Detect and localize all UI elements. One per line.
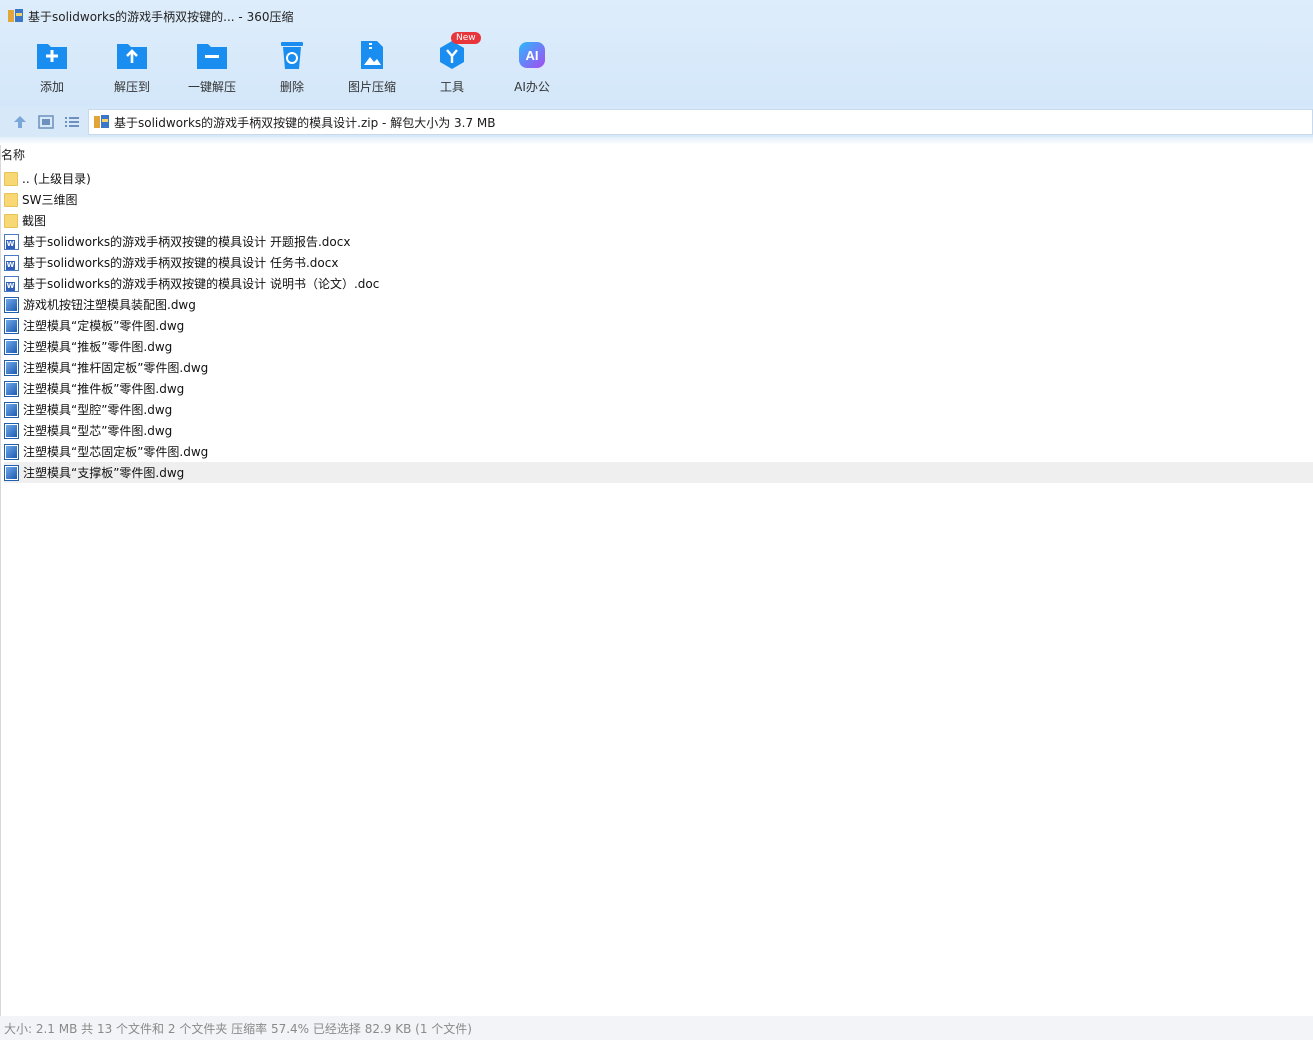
- file-name: 注塑模具“支撑板”零件图.dwg: [23, 466, 185, 480]
- extract-to-icon: [115, 38, 149, 72]
- file-name: 注塑模具“推杆固定板”零件图.dwg: [23, 361, 209, 375]
- folder-icon: [4, 192, 18, 207]
- dwg-file-icon: [4, 296, 19, 313]
- file-name: 注塑模具“推板”零件图.dwg: [23, 340, 173, 354]
- delete-button[interactable]: 删除: [252, 38, 332, 95]
- file-row[interactable]: 注塑模具“型腔”零件图.dwg: [4, 399, 1313, 420]
- file-row[interactable]: 注塑模具“推杆固定板”零件图.dwg: [4, 357, 1313, 378]
- dwg-file-icon: [4, 359, 19, 376]
- file-name: 注塑模具“型芯”零件图.dwg: [23, 424, 173, 438]
- file-row[interactable]: 注塑模具“推板”零件图.dwg: [4, 336, 1313, 357]
- extract-to-button[interactable]: 解压到: [92, 38, 172, 95]
- one-click-extract-icon: [195, 38, 229, 72]
- file-row[interactable]: W 基于solidworks的游戏手柄双按键的模具设计 任务书.docx: [4, 252, 1313, 273]
- one-click-extract-label: 一键解压: [187, 80, 236, 94]
- status-bar: 大小: 2.1 MB 共 13 个文件和 2 个文件夹 压缩率 57.4% 已经…: [0, 1016, 1313, 1040]
- list-view-icon: [65, 117, 79, 127]
- file-row[interactable]: .. (上级目录): [4, 168, 1313, 189]
- file-list: .. (上级目录) SW三维图 截图 W 基于solidworks的游戏手柄双按键的模具…: [4, 168, 1313, 483]
- delete-trash-icon: [275, 38, 309, 72]
- list-view-button[interactable]: [64, 114, 80, 130]
- window-title-text: 基于solidworks的游戏手柄双按键的... - 360压缩: [28, 9, 294, 24]
- file-name: 注塑模具“型腔”零件图.dwg: [23, 403, 173, 417]
- extract-to-label: 解压到: [113, 80, 150, 94]
- zip-archive-icon: [94, 115, 109, 129]
- file-row[interactable]: 注塑模具“支撑板”零件图.dwg: [4, 462, 1313, 483]
- file-name: .. (上级目录): [22, 172, 91, 186]
- add-button[interactable]: 添加: [12, 38, 92, 95]
- file-row[interactable]: SW三维图: [4, 189, 1313, 210]
- file-row[interactable]: 注塑模具“推件板”零件图.dwg: [4, 378, 1313, 399]
- address-path: 基于solidworks的游戏手柄双按键的模具设计.zip - 解包大小为 3.…: [114, 115, 496, 130]
- arrow-up-icon: [14, 116, 26, 128]
- dwg-file-icon: [4, 422, 19, 439]
- ai-office-icon: AI: [515, 38, 549, 72]
- file-name: 基于solidworks的游戏手柄双按键的模具设计 说明书（论文）.doc: [23, 277, 380, 291]
- file-name: 基于solidworks的游戏手柄双按键的模具设计 任务书.docx: [23, 256, 339, 270]
- thumbnail-view-icon: [38, 115, 54, 129]
- up-level-button[interactable]: [12, 114, 28, 130]
- dwg-file-icon: [4, 317, 19, 334]
- one-click-extract-button[interactable]: 一键解压: [172, 38, 252, 95]
- file-name: 游戏机按钮注塑模具装配图.dwg: [23, 298, 196, 312]
- file-row[interactable]: 游戏机按钮注塑模具装配图.dwg: [4, 294, 1313, 315]
- file-row[interactable]: 注塑模具“型芯”零件图.dwg: [4, 420, 1313, 441]
- dwg-file-icon: [4, 464, 19, 481]
- file-row[interactable]: 注塑模具“型芯固定板”零件图.dwg: [4, 441, 1313, 462]
- folder-icon: [4, 213, 18, 228]
- svg-text:AI: AI: [526, 48, 539, 63]
- file-row[interactable]: 截图: [4, 210, 1313, 231]
- dwg-file-icon: [4, 401, 19, 418]
- list-left-border: [0, 145, 1, 1016]
- app-archive-icon: [8, 9, 23, 23]
- dwg-file-icon: [4, 338, 19, 355]
- file-name: 注塑模具“型芯固定板”零件图.dwg: [23, 445, 209, 459]
- address-field[interactable]: 基于solidworks的游戏手柄双按键的模具设计.zip - 解包大小为 3.…: [88, 109, 1313, 135]
- status-text: 大小: 2.1 MB 共 13 个文件和 2 个文件夹 压缩率 57.4% 已经…: [4, 1021, 472, 1036]
- file-row[interactable]: 注塑模具“定模板”零件图.dwg: [4, 315, 1313, 336]
- image-compress-label: 图片压缩: [347, 80, 396, 94]
- folder-icon: [4, 171, 18, 186]
- image-compress-icon: [355, 38, 389, 72]
- file-name: SW三维图: [22, 193, 78, 207]
- toolbar-separator: [0, 137, 1313, 145]
- tools-button[interactable]: New 工具: [412, 32, 492, 95]
- column-header-name[interactable]: 名称: [1, 146, 25, 164]
- tools-icon: New: [435, 32, 481, 72]
- file-name: 注塑模具“推件板”零件图.dwg: [23, 382, 185, 396]
- toolbar: 添加 解压到 一键解压 删除 图片压缩 New 工具 AI AI办公: [12, 32, 572, 95]
- thumbnail-view-button[interactable]: [38, 114, 54, 130]
- tools-label: 工具: [439, 80, 464, 94]
- file-name: 注塑模具“定模板”零件图.dwg: [23, 319, 185, 333]
- new-badge: New: [451, 32, 481, 44]
- address-bar-row: 基于solidworks的游戏手柄双按键的模具设计.zip - 解包大小为 3.…: [0, 107, 1313, 137]
- file-name: 截图: [22, 214, 47, 228]
- dwg-file-icon: [4, 443, 19, 460]
- dwg-file-icon: [4, 380, 19, 397]
- file-row[interactable]: W 基于solidworks的游戏手柄双按键的模具设计 开题报告.docx: [4, 231, 1313, 252]
- ai-office-label: AI办公: [514, 80, 550, 94]
- delete-label: 删除: [279, 80, 304, 94]
- word-document-icon: W: [4, 254, 19, 271]
- word-document-icon: W: [4, 233, 19, 250]
- file-name: 基于solidworks的游戏手柄双按键的模具设计 开题报告.docx: [23, 235, 351, 249]
- add-folder-icon: [35, 38, 69, 72]
- ai-office-button[interactable]: AI AI办公: [492, 38, 572, 95]
- add-label: 添加: [39, 80, 64, 94]
- file-row[interactable]: W 基于solidworks的游戏手柄双按键的模具设计 说明书（论文）.doc: [4, 273, 1313, 294]
- window-title: 基于solidworks的游戏手柄双按键的... - 360压缩: [8, 6, 293, 26]
- image-compress-button[interactable]: 图片压缩: [332, 38, 412, 95]
- top-bar: 基于solidworks的游戏手柄双按键的... - 360压缩 添加 解压到: [0, 0, 1313, 107]
- word-document-icon: W: [4, 275, 19, 292]
